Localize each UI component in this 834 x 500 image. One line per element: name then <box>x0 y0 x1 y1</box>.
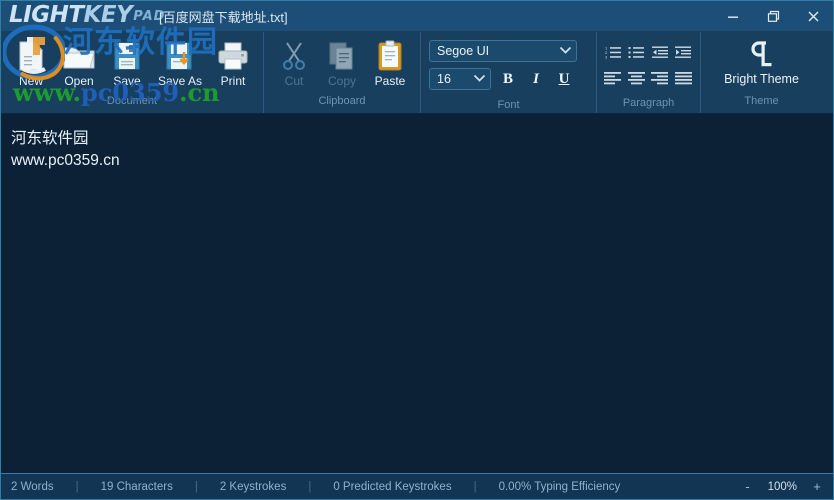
status-keystrokes: 2 Keystrokes <box>219 480 287 493</box>
ribbon-toolbar: New Open Save Save As Print Document Cut… <box>1 32 833 114</box>
ribbon-group-paragraph-label: Paragraph <box>622 97 675 109</box>
status-separator: | <box>308 480 312 493</box>
align-center-icon[interactable] <box>627 68 648 88</box>
copy-pages-icon <box>327 39 357 73</box>
status-words: 2 Words <box>11 480 54 493</box>
cut-button-label: Cut <box>284 74 304 88</box>
lightkey-pad-window: LIGHTKEYPAD [百度网盘下载地址.txt] New Open Save… <box>0 0 834 500</box>
zoom-level-value: 100% <box>767 480 797 493</box>
print-button[interactable]: Print <box>209 36 257 88</box>
close-icon <box>808 11 818 22</box>
title-bar: LIGHTKEYPAD [百度网盘下载地址.txt] <box>1 1 833 32</box>
logo-secondary: KEY <box>83 2 133 28</box>
document-line: 河东软件园 <box>11 130 89 147</box>
minimize-icon <box>728 16 738 18</box>
save-disk-icon <box>112 39 142 73</box>
open-folder-icon <box>62 39 96 73</box>
open-button-label: Open <box>64 74 94 88</box>
restore-icon <box>767 10 779 22</box>
status-characters: 19 Characters <box>100 480 173 493</box>
ribbon-group-theme-label: Theme <box>744 95 779 107</box>
scissors-icon <box>280 39 308 73</box>
chevron-down-icon <box>473 74 486 85</box>
italic-button[interactable]: I <box>525 68 547 90</box>
status-separator: | <box>473 480 477 493</box>
ribbon-group-document: New Open Save Save As Print Document <box>1 32 263 113</box>
new-button-label: New <box>18 74 43 88</box>
bright-theme-label: Bright Theme <box>724 72 799 86</box>
font-name-value: Segoe UI <box>437 44 490 58</box>
open-button[interactable]: Open <box>55 36 103 88</box>
copy-button-label: Copy <box>327 74 356 88</box>
close-button[interactable] <box>793 1 833 32</box>
copy-button[interactable]: Copy <box>318 36 366 88</box>
ribbon-group-document-label: Document <box>106 95 158 107</box>
font-size-dropdown[interactable]: 16 <box>429 68 491 90</box>
new-button[interactable]: New <box>7 36 55 88</box>
print-button-label: Print <box>220 74 246 88</box>
increase-indent-icon[interactable] <box>674 42 695 62</box>
ribbon-group-theme: Bright Theme Theme <box>700 32 822 113</box>
zoom-out-button[interactable]: - <box>742 479 754 494</box>
save-as-button-label: Save As <box>157 74 203 88</box>
status-separator: | <box>194 480 198 493</box>
ribbon-group-clipboard: Cut Copy Paste Clipboard <box>263 32 420 113</box>
decrease-indent-icon[interactable] <box>650 42 671 62</box>
printer-icon <box>216 39 250 73</box>
align-right-icon[interactable] <box>650 68 671 88</box>
clipboard-icon <box>376 39 404 73</box>
ribbon-group-paragraph: 1 2 3 Paragraph <box>596 32 700 113</box>
ribbon-group-font: Segoe UI 16 B I U Font <box>420 32 596 113</box>
status-typing-efficiency: 0.00% Typing Efficiency <box>498 480 621 493</box>
chevron-down-icon <box>559 46 572 57</box>
save-button-label: Save <box>113 74 141 88</box>
paste-button-label: Paste <box>374 74 406 88</box>
font-name-dropdown[interactable]: Segoe UI <box>429 40 577 62</box>
ribbon-group-font-label: Font <box>497 99 520 111</box>
zoom-in-button[interactable]: + <box>811 479 823 494</box>
bulleted-list-icon[interactable] <box>627 42 648 62</box>
align-left-icon[interactable] <box>603 68 624 88</box>
underline-button[interactable]: U <box>553 68 575 90</box>
save-as-button[interactable]: Save As <box>151 36 209 88</box>
zoom-controls: - 100% + <box>742 479 823 494</box>
bold-button[interactable]: B <box>497 68 519 90</box>
window-controls <box>713 1 833 32</box>
app-logo: LIGHTKEYPAD <box>9 2 165 28</box>
font-size-value: 16 <box>437 72 451 86</box>
document-editor[interactable]: 河东软件园 www.pc0359.cn <box>1 114 833 473</box>
cut-button[interactable]: Cut <box>270 36 318 88</box>
status-predicted-keystrokes: 0 Predicted Keystrokes <box>333 480 452 493</box>
save-as-icon <box>164 39 196 73</box>
paste-button[interactable]: Paste <box>366 36 414 88</box>
ribbon-group-clipboard-label: Clipboard <box>318 95 366 107</box>
save-button[interactable]: Save <box>103 36 151 88</box>
minimize-button[interactable] <box>713 1 753 32</box>
svg-text:3: 3 <box>605 55 608 60</box>
status-bar: 2 Words | 19 Characters | 2 Keystrokes |… <box>1 473 833 499</box>
document-line: www.pc0359.cn <box>11 152 120 169</box>
status-separator: | <box>75 480 79 493</box>
restore-button[interactable] <box>753 1 793 32</box>
pilcrow-theme-icon <box>746 38 778 72</box>
document-filename: [百度网盘下载地址.txt] <box>159 10 288 25</box>
numbered-list-icon[interactable]: 1 2 3 <box>603 42 624 62</box>
new-document-icon <box>16 39 46 73</box>
bright-theme-button[interactable]: Bright Theme <box>708 36 816 94</box>
logo-primary: LIGHT <box>9 2 84 28</box>
justify-icon[interactable] <box>674 68 695 88</box>
